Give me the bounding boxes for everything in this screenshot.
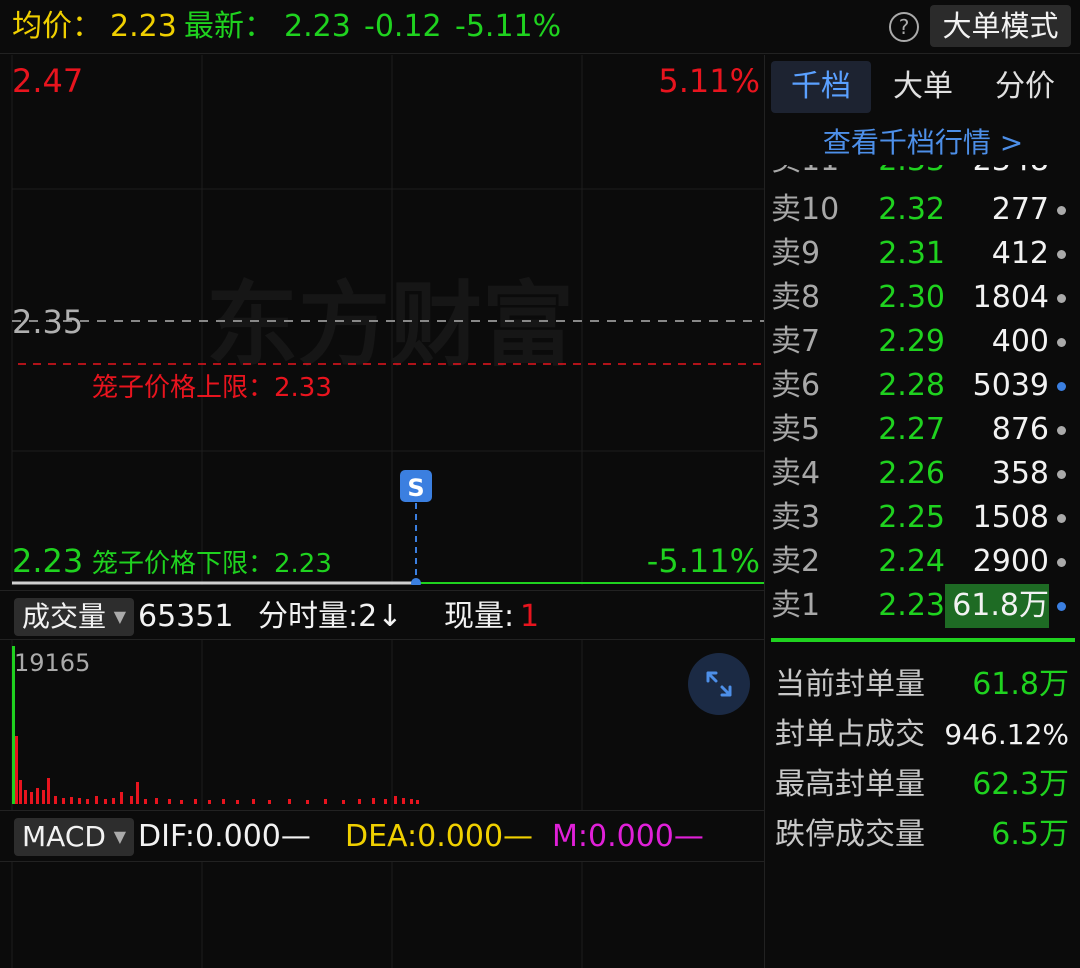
order-book-row: 卖11 2.33 2348 (765, 165, 1080, 183)
help-icon[interactable]: ? (889, 12, 919, 42)
order-book-row: 卖2 2.24 2900 (765, 540, 1080, 584)
volume-indicator-bar: 成交量 ▼ 65351 分时量:2↓ 现量: 1 (0, 590, 764, 640)
order-book-row: 卖6 2.28 5039 (765, 364, 1080, 408)
volume-chart[interactable]: 19165 (0, 640, 764, 810)
large-order-mode-button[interactable]: 大单模式 (930, 5, 1071, 47)
pct-axis-low: -5.11% (646, 542, 760, 580)
price-axis-mid: 2.35 (12, 303, 84, 341)
price-change: -0.12 (364, 9, 442, 44)
chevron-down-icon: ▼ (113, 827, 126, 846)
order-book-panel: 千档 大单 分价 查看千档行情 > 卖11 2.33 2348 卖10 2.32… (764, 55, 1080, 968)
macd-indicator-bar: MACD ▼ DIF:0.000— DEA:0.000— M:0.000— (0, 810, 764, 862)
expand-icon (706, 671, 732, 697)
quote-header: 均价： 2.23 最新： 2.23 -0.12 -5.11% ? 大单模式 (0, 0, 1080, 54)
price-change-pct: -5.11% (455, 9, 562, 44)
volume-max-label: 19165 (14, 649, 91, 677)
macd-indicator-select[interactable]: MACD ▼ (14, 818, 134, 856)
order-dot-icon (1057, 338, 1066, 347)
order-dot-icon (1057, 426, 1066, 435)
order-dot-icon (1057, 294, 1066, 303)
macd-chart[interactable] (0, 862, 764, 968)
macd-dif: DIF:0.000— (138, 819, 311, 854)
macd-m: M:0.000— (552, 819, 704, 854)
order-book-row: 卖5 2.27 876 (765, 408, 1080, 452)
watermark-text: 东方财富 (206, 272, 574, 379)
macd-indicator-label: MACD (22, 820, 106, 853)
pct-axis-high: 5.11% (658, 62, 760, 100)
order-dot-icon (1057, 470, 1066, 479)
avg-price-label: 均价： (12, 9, 102, 44)
order-book-row: 卖9 2.31 412 (765, 232, 1080, 276)
current-volume-value: 1 (520, 599, 540, 634)
price-axis-high: 2.47 (12, 62, 84, 100)
total-volume: 65351 (138, 599, 234, 634)
cage-upper-label: 笼子价格上限：2.33 (92, 373, 332, 403)
minute-volume: 分时量:2↓ (258, 599, 403, 634)
order-book-row: 卖4 2.26 358 (765, 452, 1080, 496)
order-dot-icon (1057, 206, 1066, 215)
view-thousand-level-link[interactable]: 查看千档行情 > (765, 125, 1080, 161)
order-book-row: 卖10 2.32 277 (765, 188, 1080, 232)
order-dot-icon (1057, 382, 1066, 391)
intraday-price-chart[interactable]: 东方财富 S 2.47 5.11% 2.35 笼子价格上限：2.33 2.23 … (0, 55, 764, 585)
expand-button[interactable] (688, 653, 750, 715)
volume-indicator-select[interactable]: 成交量 ▼ (14, 598, 134, 636)
latest-price-value: 2.23 (284, 9, 351, 44)
order-dot-icon (1057, 250, 1066, 259)
current-volume-label: 现量: (444, 599, 515, 634)
order-book-row: 卖7 2.29 400 (765, 320, 1080, 364)
price-chart-canvas: 东方财富 S (11, 55, 764, 585)
latest-price-label: 最新： (184, 9, 274, 44)
panel-tabs: 千档 大单 分价 (765, 61, 1080, 113)
volume-chart-canvas (11, 640, 583, 810)
order-dot-icon (1057, 558, 1066, 567)
sell-marker-label: S (407, 474, 424, 502)
order-dot-icon (1057, 602, 1066, 611)
order-dot-icon (1057, 514, 1066, 523)
order-book-row: 卖3 2.25 1508 (765, 496, 1080, 540)
order-book-row: 卖8 2.30 1804 (765, 276, 1080, 320)
chevron-down-icon: ▼ (113, 607, 126, 626)
tab-thousand-level[interactable]: 千档 (771, 61, 871, 113)
tab-large-order[interactable]: 大单 (873, 61, 973, 113)
tab-price-distribution[interactable]: 分价 (975, 61, 1075, 113)
price-axis-low: 2.23 (12, 542, 84, 580)
stat-limit-down-volume: 跌停成交量 6.5万 (775, 817, 1069, 852)
stat-current-seal: 当前封单量 61.8万 (775, 667, 1069, 702)
order-book-divider (771, 638, 1075, 642)
volume-indicator-label: 成交量 (22, 600, 107, 633)
order-book-row: 卖1 2.23 61.8万 (765, 584, 1080, 628)
stat-seal-ratio: 封单占成交 946.12% (775, 717, 1069, 752)
macd-dea: DEA:0.000— (345, 819, 534, 854)
stat-max-seal: 最高封单量 62.3万 (775, 767, 1069, 802)
cage-lower-label: 笼子价格下限：2.23 (92, 549, 332, 579)
marker-dot (411, 578, 421, 585)
macd-chart-canvas (11, 862, 583, 968)
order-book-list[interactable]: 卖11 2.33 2348 卖10 2.32 277 卖9 2.31 412 卖… (765, 165, 1080, 635)
avg-price-value: 2.23 (110, 9, 177, 44)
